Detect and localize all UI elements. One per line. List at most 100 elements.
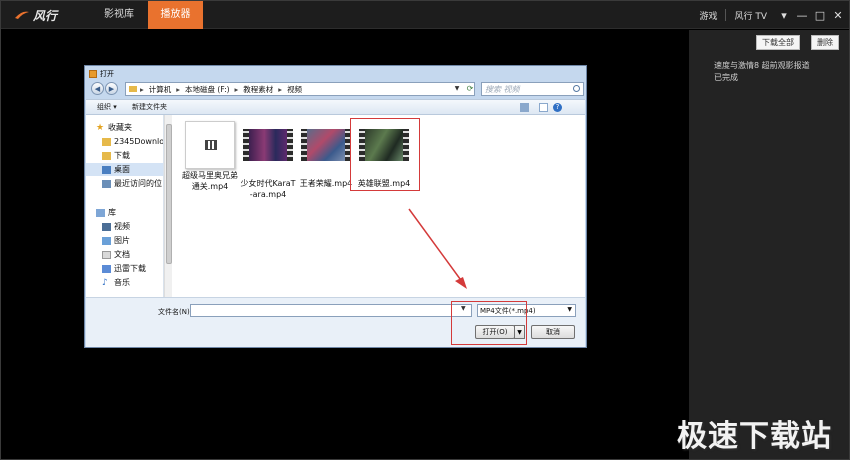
sidebar-scrollbar[interactable]	[164, 115, 172, 297]
chevron-right-icon: ▸	[140, 84, 144, 94]
picture-icon	[102, 236, 111, 245]
logo-text: 风行	[33, 8, 58, 23]
sidebar-item-libraries[interactable]: 库	[96, 206, 116, 219]
film-strip-icon	[243, 129, 293, 161]
tv-button[interactable]: 风行 TV	[726, 9, 775, 22]
dialog-app-icon	[89, 70, 97, 78]
forward-icon[interactable]: ▶	[105, 82, 118, 95]
sidebar-item-music[interactable]: ♪ 音乐	[102, 276, 130, 289]
download-all-button[interactable]: 下载全部	[756, 35, 800, 50]
chevron-right-icon: ▸	[176, 84, 181, 94]
dialog-title-text: 打开	[100, 70, 114, 78]
film-strip-icon	[301, 129, 351, 161]
sidebar-item-label: 视频	[114, 222, 130, 231]
delete-button[interactable]: 删除	[811, 35, 839, 50]
app-window: 风行 影视库 播放器 游戏 风行 TV ▾ — □ ✕ 下载全部 删除 速度与激…	[0, 0, 850, 460]
library-icon	[96, 208, 105, 217]
refresh-icon[interactable]: ⟳	[465, 82, 475, 94]
music-icon: ♪	[102, 277, 108, 288]
dialog-footer: 文件名(N): ▼ MP4文件(*.mp4) ▼ 打开(O) ▼ 取消	[86, 297, 585, 347]
video-thumbnail	[301, 129, 351, 175]
sidebar-item-label: 2345Downlo	[114, 137, 164, 146]
sidebar-item-recent[interactable]: 最近访问的位	[102, 177, 162, 190]
app-logo[interactable]: 风行	[15, 7, 57, 23]
file-list: 超级马里奥兄弟通关.mp4 少女时代KaraT-ara.mp4 王者荣耀.mp4…	[176, 115, 585, 297]
sidebar-item-label: 库	[108, 208, 116, 217]
recent-icon	[102, 179, 111, 188]
view-options-icon[interactable]	[520, 103, 529, 112]
sidebar-item-desktop[interactable]: 桌面	[86, 163, 163, 176]
breadcrumb-item[interactable]: 本地磁盘 (F:)	[185, 84, 230, 95]
search-placeholder: 搜索 视频	[485, 84, 520, 94]
open-highlight-box	[451, 301, 527, 345]
download-item-status: 已完成	[714, 73, 738, 82]
tab-player[interactable]: 播放器	[148, 1, 203, 29]
dialog-title: 打开	[89, 68, 114, 80]
back-icon[interactable]: ◀	[91, 82, 104, 95]
file-item[interactable]: 王者荣耀.mp4	[298, 121, 354, 189]
sidebar-item-2345download[interactable]: 2345Downlo	[102, 135, 164, 148]
sidebar-item-label: 下载	[114, 151, 130, 160]
file-item[interactable]: 超级马里奥兄弟通关.mp4	[182, 121, 238, 192]
file-item[interactable]: 少女时代KaraT-ara.mp4	[240, 121, 296, 200]
watermark: 极速下载站	[677, 419, 832, 454]
sidebar-item-label: 音乐	[114, 278, 130, 287]
sidebar-item-label: 桌面	[114, 165, 130, 174]
dialog-toolbar: 组织 ▾ 新建文件夹 ?	[86, 99, 585, 115]
file-document-icon	[185, 121, 235, 169]
folder-icon	[102, 151, 111, 160]
filename-label: 文件名(N):	[158, 308, 193, 316]
top-bar: 风行 影视库 播放器 游戏 风行 TV ▾ — □ ✕	[1, 1, 849, 29]
address-bar[interactable]: ▸ 计算机 ▸ 本地磁盘 (F:) ▸ 教程素材 ▸ 视频	[125, 82, 475, 96]
menu-dropdown-icon[interactable]: ▾	[775, 6, 793, 24]
breadcrumb-item[interactable]: 视频	[287, 84, 302, 95]
games-button[interactable]: 游戏	[691, 9, 725, 22]
sidebar-item-pictures[interactable]: 图片	[102, 234, 130, 247]
navigation-pane: ★ 收藏夹 2345Downlo 下载 桌面 最近访问的位 库 视频 图片 文档…	[86, 115, 164, 297]
help-icon[interactable]: ?	[553, 103, 562, 112]
sidebar-item-label: 文档	[114, 250, 130, 259]
organize-button[interactable]: 组织 ▾	[97, 102, 117, 112]
close-icon[interactable]: ✕	[829, 6, 847, 24]
download-item-title[interactable]: 速度与激情8 超前观影报道	[714, 60, 810, 71]
breadcrumb-item[interactable]: 计算机	[149, 84, 172, 95]
search-icon	[573, 85, 580, 92]
breadcrumb-item[interactable]: 教程素材	[243, 84, 273, 95]
sidebar-item-downloads[interactable]: 下载	[102, 149, 130, 162]
sidebar-item-label: 最近访问的位	[114, 179, 162, 188]
address-row: ◀ ▶ ▸ 计算机 ▸ 本地磁盘 (F:) ▸ 教程素材 ▸ 视频 ▼ ⟳ 搜索…	[89, 81, 585, 97]
video-icon	[102, 222, 111, 231]
file-name: 王者荣耀.mp4	[299, 179, 353, 188]
document-thumbnail	[185, 121, 235, 169]
search-input[interactable]: 搜索 视频	[481, 82, 584, 96]
address-dropdown-icon[interactable]: ▼	[452, 82, 462, 94]
preview-pane-icon[interactable]	[539, 103, 548, 112]
open-file-dialog: 打开 ◀ ▶ ▸ 计算机 ▸ 本地磁盘 (F:) ▸ 教程素材 ▸ 视频 ▼ ⟳…	[84, 65, 587, 348]
chevron-right-icon: ▸	[234, 84, 239, 94]
sidebar-item-documents[interactable]: 文档	[102, 248, 130, 261]
folder-icon	[102, 264, 111, 273]
top-right-controls: 游戏 风行 TV ▾ — □ ✕	[691, 1, 849, 29]
video-thumbnail	[243, 129, 293, 175]
sidebar-item-favorites[interactable]: ★ 收藏夹	[96, 121, 132, 134]
scrollbar-thumb[interactable]	[166, 124, 172, 264]
sidebar-item-label: 迅雷下载	[114, 264, 146, 273]
star-icon: ★	[96, 122, 105, 133]
logo-swoosh-icon	[15, 11, 29, 19]
download-panel: 下载全部 删除 速度与激情8 超前观影报道 已完成	[689, 30, 849, 459]
folder-icon	[129, 86, 137, 92]
sidebar-item-videos[interactable]: 视频	[102, 220, 130, 233]
new-folder-button[interactable]: 新建文件夹	[132, 102, 167, 112]
cancel-button[interactable]: 取消	[531, 325, 575, 339]
file-highlight-box	[350, 118, 420, 191]
sidebar-item-label: 图片	[114, 236, 130, 245]
tab-library[interactable]: 影视库	[91, 1, 147, 29]
maximize-icon[interactable]: □	[811, 6, 829, 24]
minimize-icon[interactable]: —	[793, 6, 811, 24]
filename-field[interactable]	[190, 304, 472, 317]
file-name: 少女时代KaraT-ara.mp4	[240, 179, 296, 199]
sidebar-item-xunlei[interactable]: 迅雷下载	[102, 262, 146, 275]
sidebar-item-label: 收藏夹	[108, 123, 132, 132]
dialog-body: ★ 收藏夹 2345Downlo 下载 桌面 最近访问的位 库 视频 图片 文档…	[86, 115, 585, 297]
folder-icon	[102, 137, 111, 146]
